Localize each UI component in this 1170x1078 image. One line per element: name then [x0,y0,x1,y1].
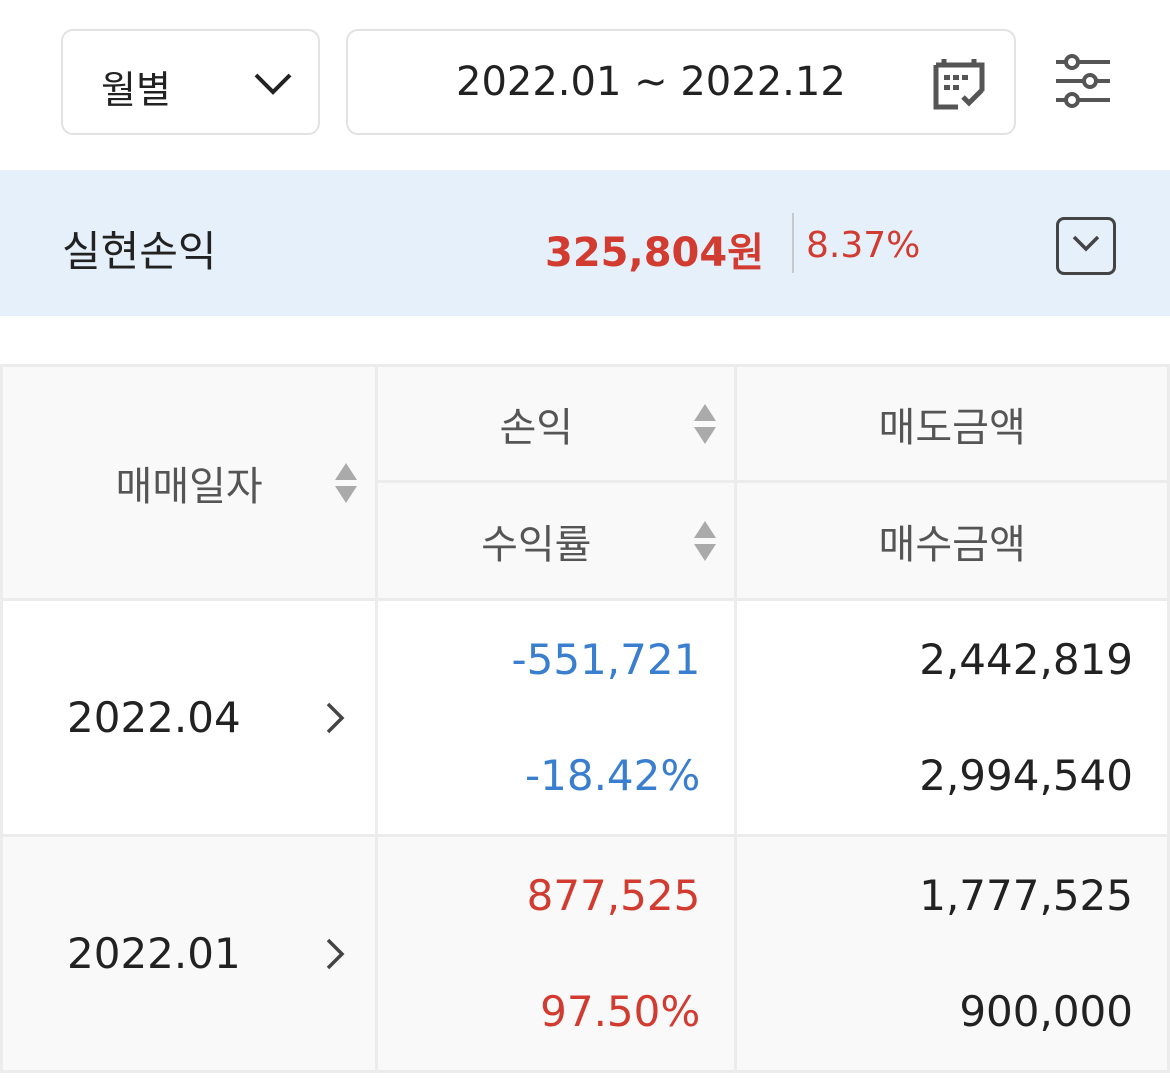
table-row[interactable]: 2022.04 -551,721 2,442,819 [0,598,1170,837]
header-date-label: 매매일자 [115,463,263,510]
buy-amount-value: 2,994,540 [734,717,1170,837]
expand-button[interactable] [1056,217,1116,275]
divider [792,213,794,273]
row-date[interactable]: 2022.01 [0,834,379,1073]
profit-table: 매매일자 손익 매도금액 수익률 매수금액 2022.04 -551,721 2… [0,364,1170,1073]
rate-value: -18.42% [375,717,738,837]
summary-rate: 8.37% [806,225,921,266]
header-profit[interactable]: 손익 [375,364,738,483]
header-buy-amount: 매수금액 [734,480,1170,601]
sort-icon[interactable] [692,519,718,563]
sell-amount-value: 1,777,525 [734,834,1170,954]
summary-title: 실현손익 [62,227,217,276]
row-date[interactable]: 2022.04 [0,598,379,837]
header-date[interactable]: 매매일자 [0,364,379,601]
calendar-check-icon[interactable] [932,57,986,111]
summary-amount: 325,804원 [545,230,764,276]
period-select[interactable]: 월별 [61,29,320,135]
filter-settings-icon[interactable] [1052,52,1112,112]
chevron-down-icon [1072,235,1100,252]
header-rate[interactable]: 수익률 [375,480,738,601]
header-buy-label: 매수금액 [878,521,1026,568]
date-range-value: 2022.01 ~ 2022.12 [456,59,846,105]
date-value: 2022.04 [67,693,241,742]
chevron-down-icon [254,73,292,95]
realized-profit-summary: 실현손익 325,804원 8.37% [0,170,1170,316]
header-rate-label: 수익률 [481,521,592,568]
table-row[interactable]: 2022.01 877,525 1,777,525 [0,834,1170,1073]
header-profit-label: 손익 [499,404,574,451]
period-select-value: 월별 [101,68,171,112]
sort-icon[interactable] [692,402,718,446]
date-range-field[interactable]: 2022.01 ~ 2022.12 [346,29,1016,135]
chevron-right-icon [327,938,345,969]
sell-amount-value: 2,442,819 [734,598,1170,718]
header-sell-label: 매도금액 [878,404,1026,451]
profit-value: 877,525 [375,834,738,954]
chevron-right-icon [327,702,345,733]
date-value: 2022.01 [67,929,241,978]
buy-amount-value: 900,000 [734,953,1170,1073]
sort-icon[interactable] [333,461,359,505]
header-sell-amount: 매도금액 [734,364,1170,483]
rate-value: 97.50% [375,953,738,1073]
profit-value: -551,721 [375,598,738,718]
